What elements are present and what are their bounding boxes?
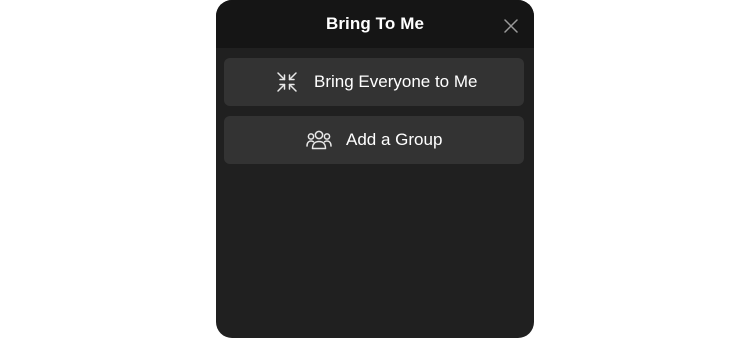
dialog-title: Bring To Me [325, 14, 425, 33]
group-icon [306, 127, 332, 153]
add-group-label: Add a Group [346, 130, 443, 149]
bring-everyone-label: Bring Everyone to Me [314, 72, 478, 91]
bring-everyone-to-me-button[interactable]: Bring Everyone to Me [224, 58, 524, 106]
close-icon[interactable] [503, 18, 519, 34]
add-group-content: Add a Group [306, 116, 442, 164]
bring-to-me-dialog: Bring To Me Bring Everyone to Me Add a G… [216, 0, 534, 338]
dialog-header: Bring To Me [216, 0, 534, 48]
bring-everyone-content: Bring Everyone to Me [274, 58, 477, 106]
add-a-group-button[interactable]: Add a Group [224, 116, 524, 164]
collapse-arrows-icon [274, 69, 300, 95]
